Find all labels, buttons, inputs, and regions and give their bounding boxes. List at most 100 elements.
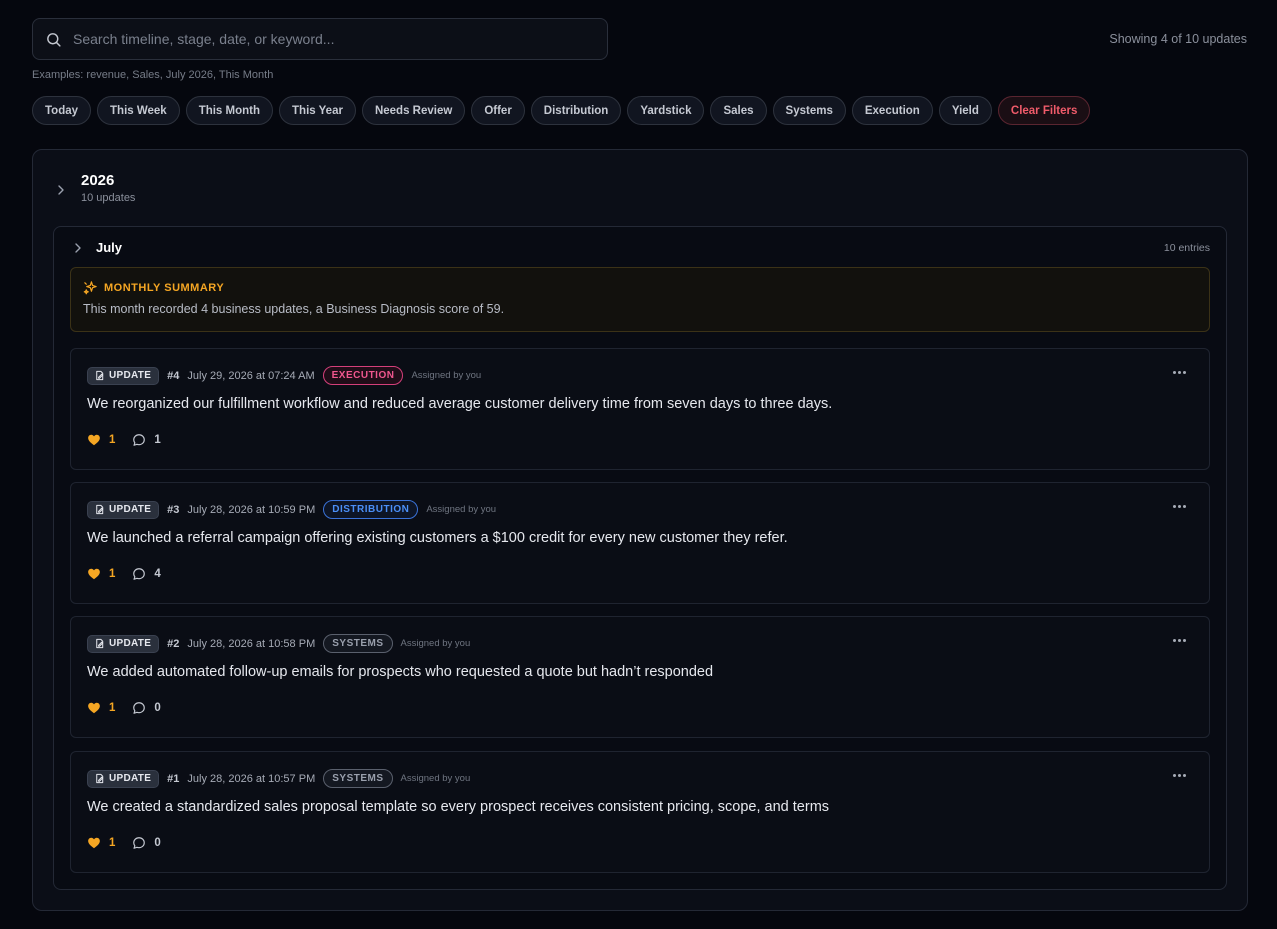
update-type-badge: UPDATE	[87, 500, 160, 519]
edit-document-icon	[96, 773, 104, 784]
chevron-right-icon	[75, 242, 81, 253]
filter-chip-needs-review[interactable]: Needs Review	[361, 96, 466, 125]
more-horizontal-icon	[1173, 371, 1176, 374]
sparkles-icon	[83, 281, 97, 295]
clear-filters-button[interactable]: Clear Filters	[997, 96, 1091, 125]
more-horizontal-icon	[1173, 774, 1176, 777]
filter-chip-today[interactable]: Today	[32, 96, 92, 125]
year-title: 2026	[81, 172, 115, 189]
more-horizontal-icon	[1173, 639, 1176, 642]
update-actions: 1 1	[87, 433, 161, 447]
like-button[interactable]: 1	[87, 701, 115, 715]
update-type-label: UPDATE	[109, 773, 152, 784]
assigned-by: Assigned by you	[411, 370, 482, 381]
filter-chip-execution[interactable]: Execution	[851, 96, 933, 125]
more-options-button[interactable]	[1173, 371, 1186, 374]
assigned-by: Assigned by you	[400, 773, 471, 784]
filter-chip-this-month[interactable]: This Month	[185, 96, 274, 125]
stage-tag[interactable]: SYSTEMS	[323, 769, 393, 788]
year-subtitle: 10 updates	[81, 192, 136, 204]
search-input[interactable]	[73, 31, 607, 47]
update-meta: UPDATE #2 July 28, 2026 at 10:58 PM SYST…	[87, 634, 470, 653]
more-options-button[interactable]	[1173, 505, 1186, 508]
update-text: We added automated follow-up emails for …	[87, 664, 714, 680]
more-horizontal-icon	[1183, 639, 1186, 642]
stage-tag[interactable]: EXECUTION	[322, 366, 404, 385]
heart-icon	[88, 568, 100, 580]
filter-chip-distribution[interactable]: Distribution	[530, 96, 622, 125]
filter-chip-sales[interactable]: Sales	[710, 96, 767, 125]
filter-chip-systems[interactable]: Systems	[772, 96, 846, 125]
update-number: #4	[167, 369, 180, 382]
update-number: #3	[167, 503, 180, 516]
year-toggle[interactable]: 2026 10 updates	[55, 172, 135, 204]
edit-document-icon	[96, 638, 104, 649]
update-type-badge: UPDATE	[87, 769, 160, 788]
filter-chip-this-year[interactable]: This Year	[279, 96, 356, 125]
monthly-summary: MONTHLY SUMMARY This month recorded 4 bu…	[70, 267, 1210, 332]
more-horizontal-icon	[1178, 371, 1181, 374]
comment-icon	[133, 702, 146, 714]
update-date: July 29, 2026 at 07:24 AM	[187, 369, 315, 382]
results-count: Showing 4 of 10 updates	[1109, 32, 1247, 46]
like-count: 1	[109, 434, 116, 446]
update-actions: 1 0	[87, 701, 161, 715]
update-meta: UPDATE #4 July 29, 2026 at 07:24 AM EXEC…	[87, 366, 481, 385]
filter-chip-offer[interactable]: Offer	[471, 96, 525, 125]
like-count: 1	[109, 568, 116, 580]
more-options-button[interactable]	[1173, 639, 1186, 642]
update-meta: UPDATE #3 July 28, 2026 at 10:59 PM DIST…	[87, 500, 496, 519]
comment-count: 0	[154, 702, 161, 714]
stage-tag[interactable]: SYSTEMS	[323, 634, 393, 653]
comment-icon	[133, 434, 146, 446]
month-toggle[interactable]: July	[72, 240, 122, 255]
comment-button[interactable]: 0	[132, 701, 161, 715]
update-actions: 1 0	[87, 836, 161, 850]
update-type-label: UPDATE	[109, 638, 152, 649]
update-actions: 1 4	[87, 567, 161, 581]
comment-button[interactable]: 1	[132, 433, 161, 447]
update-card: UPDATE #2 July 28, 2026 at 10:58 PM SYST…	[70, 616, 1210, 738]
summary-title: MONTHLY SUMMARY	[104, 281, 225, 294]
more-horizontal-icon	[1173, 505, 1176, 508]
comment-count: 0	[154, 837, 161, 849]
update-text: We reorganized our fulfillment workflow …	[87, 396, 833, 412]
more-options-button[interactable]	[1173, 774, 1186, 777]
update-date: July 28, 2026 at 10:57 PM	[187, 772, 316, 785]
more-horizontal-icon	[1183, 505, 1186, 508]
more-horizontal-icon	[1178, 505, 1181, 508]
search-box[interactable]	[32, 18, 608, 60]
heart-icon	[88, 702, 100, 714]
like-button[interactable]: 1	[87, 836, 115, 850]
comment-count: 1	[154, 434, 161, 446]
heart-icon	[88, 837, 100, 849]
month-title: July	[96, 240, 123, 255]
comment-icon	[133, 568, 146, 580]
update-meta: UPDATE #1 July 28, 2026 at 10:57 PM SYST…	[87, 769, 470, 788]
more-horizontal-icon	[1183, 774, 1186, 777]
more-horizontal-icon	[1178, 774, 1181, 777]
assigned-by: Assigned by you	[400, 638, 471, 649]
comment-button[interactable]: 4	[132, 567, 161, 581]
update-type-badge: UPDATE	[87, 634, 160, 653]
search-icon	[47, 32, 61, 47]
stage-tag[interactable]: DISTRIBUTION	[323, 500, 419, 519]
update-text: We launched a referral campaign offering…	[87, 530, 788, 546]
summary-text: This month recorded 4 business updates, …	[83, 302, 505, 316]
comment-icon	[133, 837, 146, 849]
update-type-label: UPDATE	[109, 370, 152, 381]
chevron-right-icon	[58, 185, 64, 195]
like-button[interactable]: 1	[87, 567, 115, 581]
filter-chips: Today This Week This Month This Year Nee…	[32, 96, 1091, 125]
update-number: #1	[167, 772, 180, 785]
filter-chip-this-week[interactable]: This Week	[97, 96, 180, 125]
like-button[interactable]: 1	[87, 433, 115, 447]
comment-button[interactable]: 0	[132, 836, 161, 850]
more-horizontal-icon	[1183, 371, 1186, 374]
filter-chip-yardstick[interactable]: Yardstick	[627, 96, 705, 125]
edit-document-icon	[96, 504, 104, 515]
month-entry-count: 10 entries	[1163, 242, 1210, 254]
update-number: #2	[167, 637, 180, 650]
summary-header: MONTHLY SUMMARY	[83, 280, 224, 295]
filter-chip-yield[interactable]: Yield	[938, 96, 992, 125]
